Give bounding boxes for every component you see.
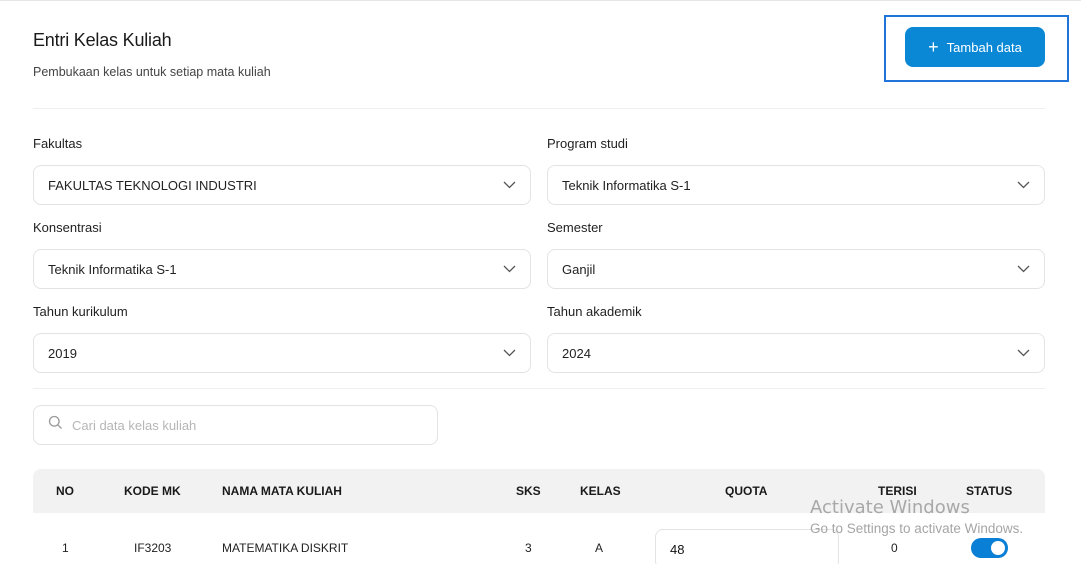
status-toggle[interactable]: [971, 538, 1008, 558]
fakultas-value: FAKULTAS TEKNOLOGI INDUSTRI: [48, 177, 257, 193]
header-status: STATUS: [966, 484, 1013, 498]
cell-sks: 3: [525, 541, 532, 555]
chevron-down-icon: [502, 178, 516, 192]
header-nama-mata-kuliah: NAMA MATA KULIAH: [222, 484, 342, 498]
chevron-down-icon: [1016, 178, 1030, 192]
windows-activation-watermark: Activate Windows Go to Settings to activ…: [810, 497, 1023, 536]
tahun-akademik-field: Tahun akademik 2024: [547, 304, 1045, 373]
cell-nama-mata-kuliah: MATEMATIKA DISKRIT: [222, 541, 349, 555]
page-title: Entri Kelas Kuliah: [33, 30, 172, 50]
filters-divider: [33, 388, 1045, 389]
cell-terisi: 0: [891, 541, 898, 555]
program-studi-field: Program studi Teknik Informatika S-1: [547, 136, 1045, 205]
konsentrasi-value: Teknik Informatika S-1: [48, 261, 177, 277]
chevron-down-icon: [502, 346, 516, 360]
chevron-down-icon: [1016, 262, 1030, 276]
watermark-subtitle: Go to Settings to activate Windows.: [810, 521, 1024, 536]
program-studi-label: Program studi: [547, 136, 628, 151]
tahun-akademik-value: 2024: [562, 345, 591, 361]
tahun-kurikulum-field: Tahun kurikulum 2019: [33, 304, 531, 373]
search-box[interactable]: [33, 405, 438, 445]
header-quota: QUOTA: [725, 484, 768, 498]
header-terisi: TERISI: [878, 484, 917, 498]
fakultas-field: Fakultas FAKULTAS TEKNOLOGI INDUSTRI: [33, 136, 531, 205]
konsentrasi-select[interactable]: Teknik Informatika S-1: [33, 249, 531, 289]
konsentrasi-field: Konsentrasi Teknik Informatika S-1: [33, 220, 531, 289]
search-icon: [48, 415, 63, 435]
add-data-button-label: Tambah data: [946, 39, 1022, 55]
header-sks: SKS: [516, 484, 541, 498]
program-studi-select[interactable]: Teknik Informatika S-1: [547, 165, 1045, 205]
plus-icon: +: [928, 36, 939, 57]
page-subtitle: Pembukaan kelas untuk setiap mata kuliah: [33, 65, 271, 79]
semester-field: Semester Ganjil: [547, 220, 1045, 289]
chevron-down-icon: [1016, 346, 1030, 360]
fakultas-label: Fakultas: [33, 136, 83, 151]
page-header: Entri Kelas Kuliah Pembukaan kelas untuk…: [33, 30, 271, 79]
cell-kelas: A: [595, 541, 604, 555]
watermark-title: Activate Windows: [810, 497, 970, 518]
konsentrasi-label: Konsentrasi: [33, 220, 102, 235]
header-divider: [33, 108, 1045, 109]
tahun-akademik-select[interactable]: 2024: [547, 333, 1045, 373]
cell-no: 1: [62, 541, 69, 555]
tahun-kurikulum-label: Tahun kurikulum: [33, 304, 128, 319]
tahun-akademik-label: Tahun akademik: [547, 304, 642, 319]
search-input[interactable]: [72, 417, 412, 433]
program-studi-value: Teknik Informatika S-1: [562, 177, 691, 193]
semester-select[interactable]: Ganjil: [547, 249, 1045, 289]
header-no: NO: [56, 484, 74, 498]
header-kelas: KELAS: [580, 484, 621, 498]
semester-label: Semester: [547, 220, 603, 235]
cell-kode-mk: IF3203: [134, 541, 172, 555]
add-data-button[interactable]: + Tambah data: [905, 27, 1045, 67]
tahun-kurikulum-select[interactable]: 2019: [33, 333, 531, 373]
header-kode-mk: KODE MK: [124, 484, 181, 498]
fakultas-select[interactable]: FAKULTAS TEKNOLOGI INDUSTRI: [33, 165, 531, 205]
toggle-knob: [991, 541, 1005, 555]
chevron-down-icon: [502, 262, 516, 276]
quota-value: 48: [670, 541, 685, 557]
top-border: [0, 0, 1081, 3]
semester-value: Ganjil: [562, 261, 596, 277]
tahun-kurikulum-value: 2019: [48, 345, 77, 361]
